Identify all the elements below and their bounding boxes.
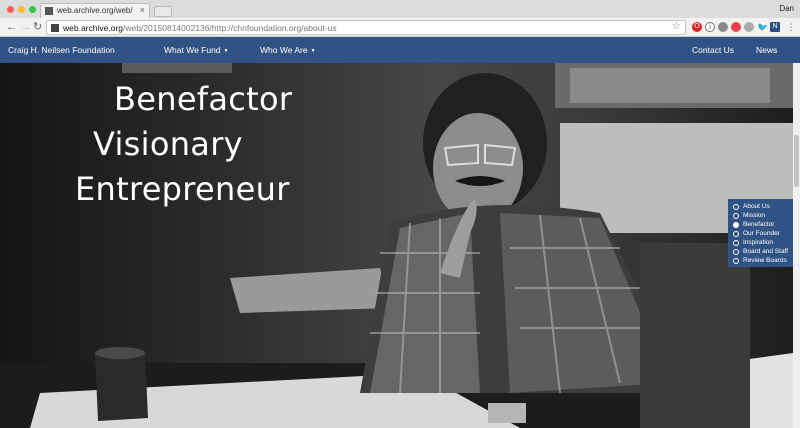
nav-what-we-fund[interactable]: What We Fund ▼: [164, 45, 229, 55]
forward-icon[interactable]: →: [20, 21, 31, 33]
dot-icon: [733, 230, 739, 237]
nav-who-we-are[interactable]: Who We Are ▼: [260, 45, 316, 55]
page-scrollbar[interactable]: [793, 63, 800, 428]
maximize-window-button[interactable]: [29, 6, 36, 13]
section-nav-label: Inspiration: [743, 239, 773, 246]
opera-icon[interactable]: O: [692, 22, 702, 32]
tab-title: web.archive.org/web/20150814002136: [57, 6, 133, 15]
n-icon[interactable]: N: [770, 22, 780, 32]
section-nav-item[interactable]: Inspiration: [733, 238, 793, 247]
nav-contact-us[interactable]: Contact Us: [692, 45, 734, 55]
dot-icon: [733, 203, 739, 210]
section-nav-item[interactable]: Board and Staff: [733, 247, 793, 256]
tab-favicon-icon: [45, 7, 53, 15]
section-nav-label: Benefactor: [743, 221, 775, 228]
address-bar[interactable]: web.archive.org/web/20150814002136/http:…: [46, 20, 686, 35]
dot-icon: [733, 212, 739, 219]
active-dot-icon: [733, 221, 739, 228]
twitter-icon[interactable]: 🐦: [757, 22, 768, 32]
nav-news[interactable]: News: [756, 45, 777, 55]
dot-icon: [733, 257, 739, 264]
section-nav-item[interactable]: Our Founder: [733, 229, 793, 238]
section-nav-item[interactable]: Review Boards: [733, 256, 793, 265]
pocket-icon[interactable]: [731, 22, 741, 32]
profile-name[interactable]: Dan: [779, 4, 794, 13]
star-icon[interactable]: ☆: [672, 21, 681, 32]
close-window-button[interactable]: [7, 6, 14, 13]
minimize-window-button[interactable]: [18, 6, 25, 13]
headline-benefactor: Benefactor: [114, 80, 293, 118]
section-nav-label: Mission: [743, 212, 766, 219]
section-nav-label: Review Boards: [743, 257, 787, 264]
brand-link[interactable]: Craig H. Neilsen Foundation: [8, 45, 115, 55]
url-text[interactable]: web.archive.org/web/20150814002136/http:…: [63, 23, 337, 33]
reload-icon[interactable]: ↻: [33, 21, 42, 33]
site-favicon-icon: [51, 24, 59, 32]
info-icon[interactable]: i: [705, 22, 715, 32]
section-nav-item[interactable]: Benefactor: [733, 220, 793, 229]
section-nav-item[interactable]: About Us: [733, 202, 793, 211]
dot-icon: [733, 239, 739, 246]
browser-toolbar: ← → ↻ web.archive.org/web/20150814002136…: [0, 18, 800, 37]
section-nav: About Us Mission Benefactor Our Founder Insp…: [728, 199, 793, 267]
search-icon[interactable]: [744, 22, 754, 32]
dot-icon: [733, 248, 739, 255]
hero-section: Benefactor Visionary Entrepreneur: [0, 63, 793, 428]
scrollbar-thumb[interactable]: [794, 135, 799, 187]
caret-down-icon: ▼: [310, 47, 316, 54]
shield-icon[interactable]: [718, 22, 728, 32]
menu-icon[interactable]: ⋮: [786, 22, 796, 32]
headline-visionary: Visionary: [93, 125, 243, 163]
tab-close-icon[interactable]: ×: [140, 5, 145, 15]
section-nav-item[interactable]: Mission: [733, 211, 793, 220]
new-tab-button[interactable]: [154, 6, 172, 17]
site-navbar: Craig H. Neilsen Foundation What We Fund…: [0, 37, 800, 63]
section-nav-label: Our Founder: [743, 230, 780, 237]
caret-down-icon: ▼: [223, 47, 229, 54]
section-nav-label: About Us: [743, 203, 770, 210]
section-nav-label: Board and Staff: [743, 248, 789, 255]
back-icon[interactable]: ←: [6, 21, 17, 33]
browser-titlebar: web.archive.org/web/20150814002136 × Dan: [0, 0, 800, 19]
browser-tab[interactable]: web.archive.org/web/20150814002136 ×: [40, 3, 150, 19]
headline-entrepreneur: Entrepreneur: [75, 170, 290, 208]
